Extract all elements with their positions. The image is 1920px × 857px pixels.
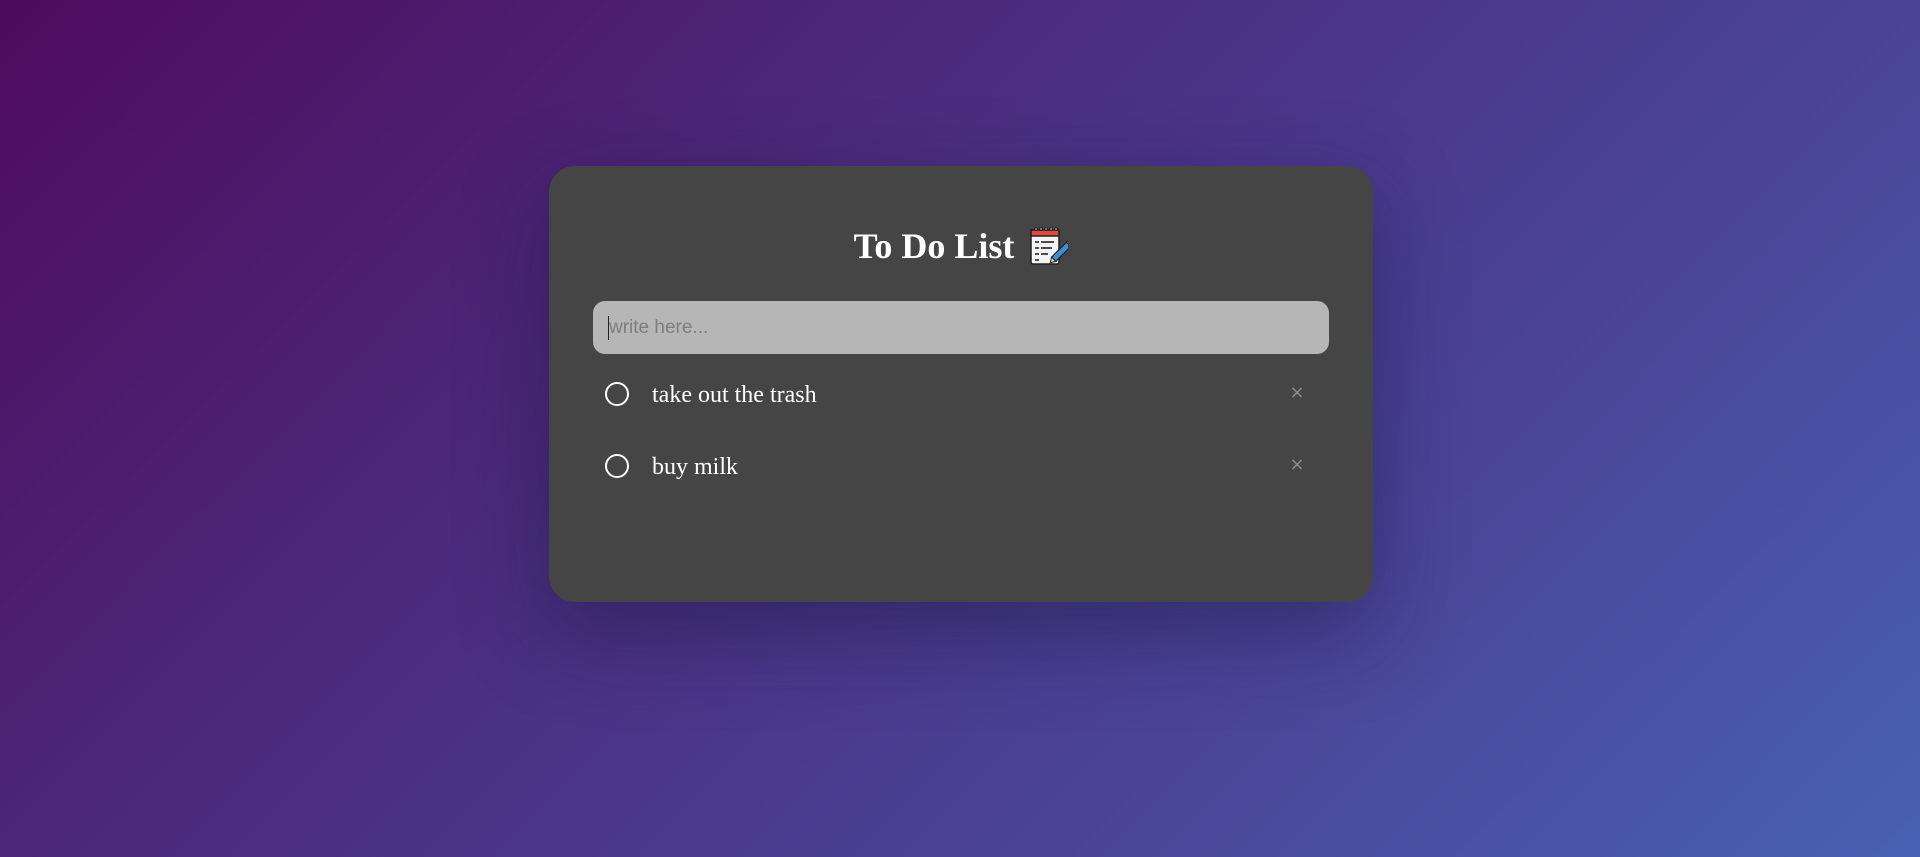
unchecked-circle-icon[interactable]: [605, 454, 629, 478]
todo-list: take out the trash × buy milk ×: [593, 380, 1329, 524]
text-caret: [608, 316, 609, 340]
unchecked-circle-icon[interactable]: [605, 382, 629, 406]
todo-item-text: take out the trash: [652, 382, 817, 408]
todo-input[interactable]: [593, 301, 1329, 354]
notepad-pencil-icon: [1028, 225, 1074, 267]
header: To Do List: [549, 224, 1373, 268]
todo-card: To Do List write here... take out the tr…: [549, 166, 1373, 602]
todo-input-wrapper: [593, 301, 1329, 354]
list-item[interactable]: take out the trash ×: [593, 380, 1329, 452]
close-icon[interactable]: ×: [1285, 452, 1309, 476]
page-title: To Do List: [853, 226, 1015, 266]
close-icon[interactable]: ×: [1285, 380, 1309, 404]
todo-item-text: buy milk: [652, 454, 739, 480]
list-item[interactable]: buy milk ×: [593, 452, 1329, 524]
